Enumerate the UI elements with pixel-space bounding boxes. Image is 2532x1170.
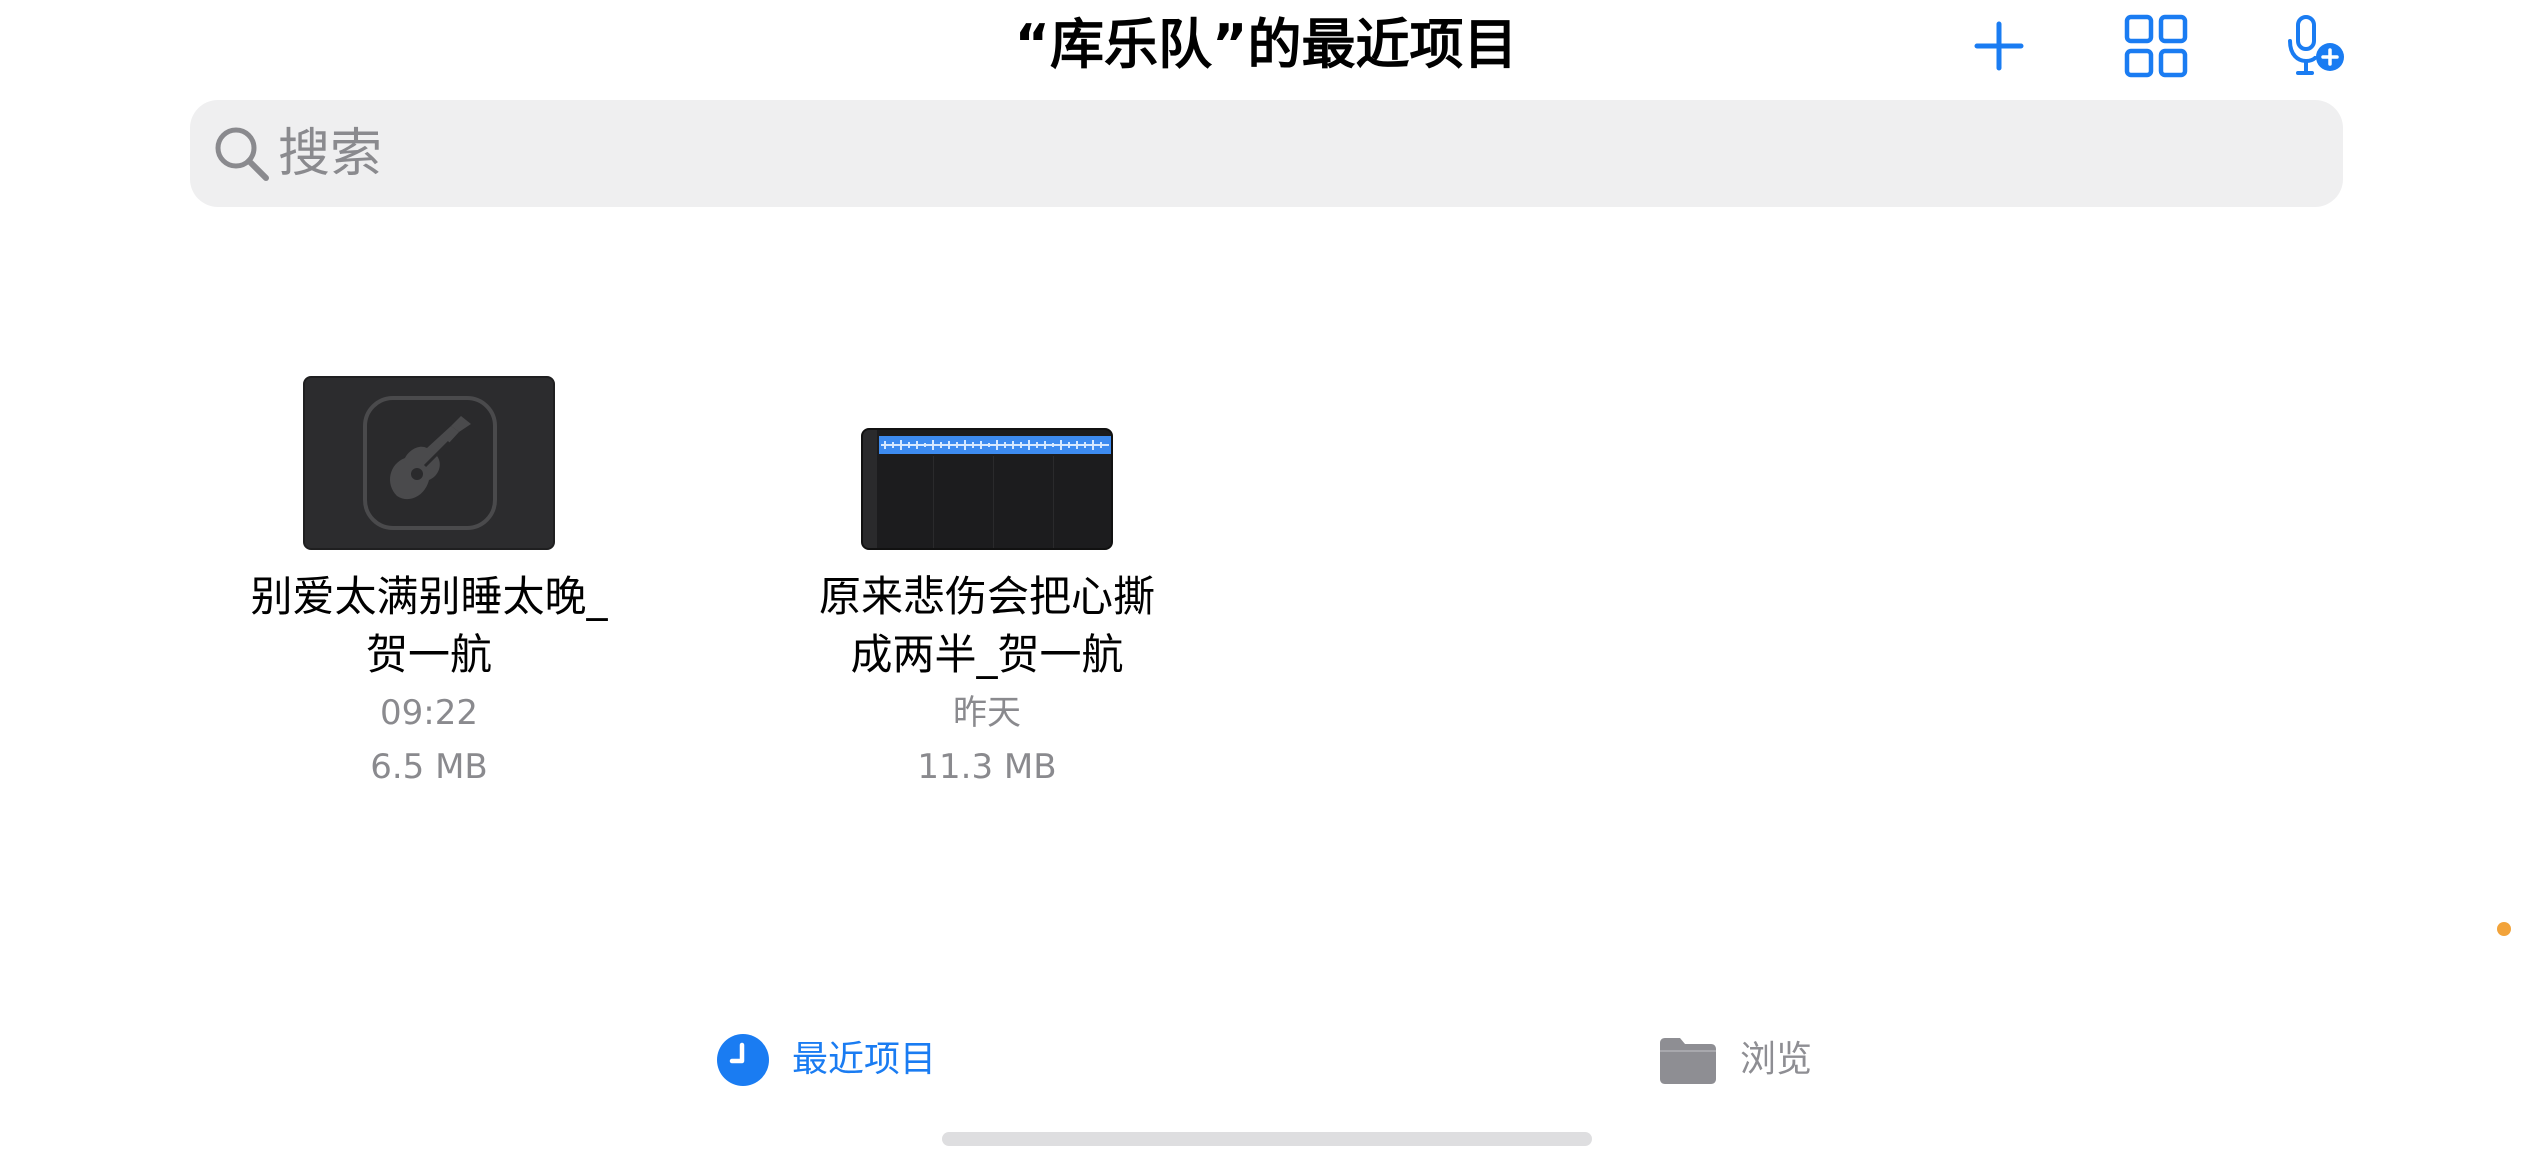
new-recording-button[interactable] (2276, 12, 2356, 80)
clock-icon (717, 1034, 769, 1086)
file-item[interactable]: 原来悲伤会把心撕 成两半_贺一航 昨天 11.3 MB (777, 370, 1197, 810)
file-item[interactable]: 别爱太满别睡太晚_ 贺一航 09:22 6.5 MB (219, 370, 639, 810)
file-date: 09:22 (380, 693, 478, 733)
file-thumbnail (861, 428, 1113, 550)
tab-browse[interactable]: 浏览 (1658, 1030, 1812, 1090)
file-name: 原来悲伤会把心撕 成两半_贺一航 (777, 568, 1197, 684)
file-thumbnail (303, 376, 555, 550)
mic-plus-icon (2288, 15, 2344, 75)
search-input[interactable] (278, 100, 2318, 207)
grid-line (1053, 456, 1054, 548)
file-name-line: 别爱太满别睡太晚_ (250, 572, 608, 621)
file-name-line: 原来悲伤会把心撕 (818, 572, 1155, 621)
add-button[interactable] (1959, 12, 2039, 80)
track-waveform-preview (879, 436, 1111, 454)
search-bar[interactable] (190, 100, 2343, 207)
file-name-line: 成两半_贺一航 (850, 630, 1124, 679)
file-name: 别爱太满别睡太晚_ 贺一航 (219, 568, 639, 684)
grid-line (933, 456, 934, 548)
search-icon (215, 127, 269, 181)
tab-recents[interactable]: 最近项目 (716, 1030, 936, 1090)
file-date: 昨天 (953, 693, 1021, 733)
folder-icon (1660, 1038, 1716, 1084)
home-indicator[interactable] (942, 1132, 1592, 1146)
grid-view-button[interactable] (2116, 12, 2196, 80)
plus-icon (1974, 21, 2024, 71)
file-size: 11.3 MB (917, 747, 1057, 787)
file-size: 6.5 MB (370, 747, 488, 787)
tab-label: 最近项目 (792, 1039, 937, 1080)
track-header-strip (863, 430, 877, 548)
tab-label: 浏览 (1740, 1039, 1813, 1080)
recents-screen: “库乐队”的最近项目 搜索 别爱太满别睡太晚_ 贺一航 09:22 6.5 MB… (0, 0, 2532, 1170)
garageband-guitar-icon (363, 396, 497, 530)
grid-line (993, 456, 994, 548)
privacy-indicator-dot (2497, 922, 2511, 936)
file-name-line: 贺一航 (365, 630, 492, 679)
grid-icon (2124, 14, 2188, 78)
